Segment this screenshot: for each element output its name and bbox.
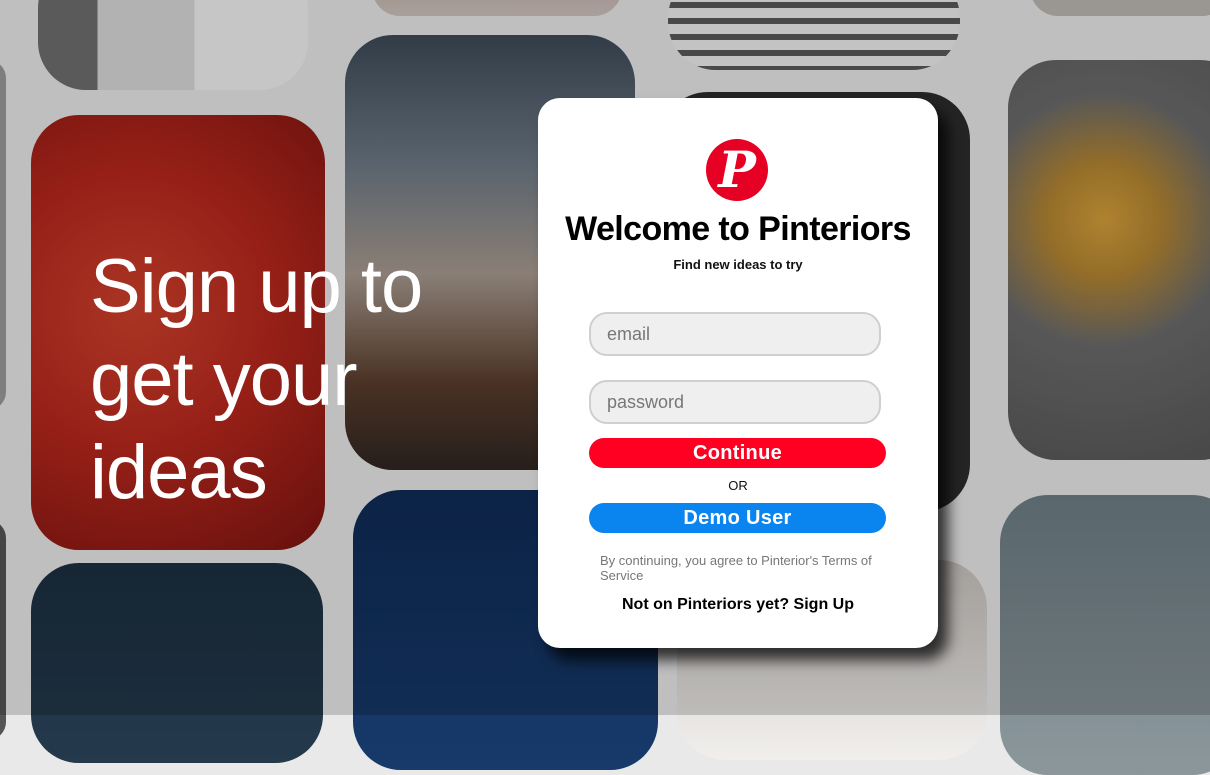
- demo-user-button[interactable]: Demo User: [589, 503, 886, 533]
- login-card: P Welcome to Pinteriors Find new ideas t…: [538, 98, 938, 648]
- terms-text: By continuing, you agree to Pinterior's …: [600, 553, 872, 583]
- card-subtitle: Find new ideas to try: [673, 257, 803, 272]
- password-field[interactable]: [589, 380, 881, 424]
- hero-line: get your: [90, 337, 358, 422]
- continue-button[interactable]: Continue: [589, 438, 886, 468]
- hero-line: ideas: [90, 430, 268, 515]
- logo-letter: P: [718, 140, 756, 199]
- hero-heading: Sign up to get your ideas: [90, 240, 490, 519]
- or-divider: OR: [728, 478, 748, 493]
- signup-link[interactable]: Not on Pinteriors yet? Sign Up: [538, 596, 938, 614]
- hero-line: Sign up to: [90, 244, 423, 329]
- pinteriors-logo-icon: P: [706, 139, 768, 201]
- email-field[interactable]: [589, 312, 881, 356]
- card-title: Welcome to Pinteriors: [565, 210, 911, 248]
